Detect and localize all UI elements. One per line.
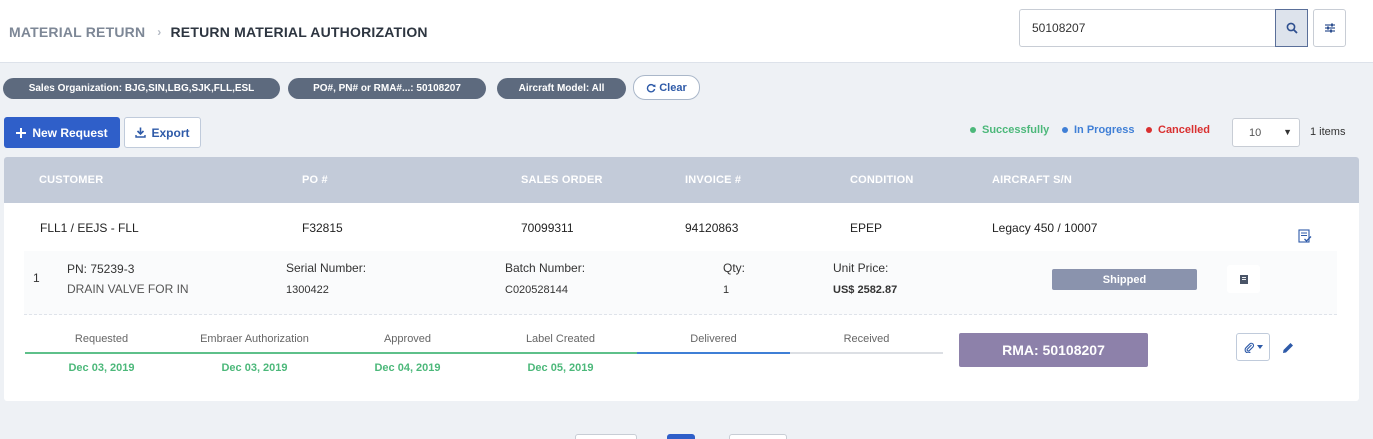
search-button[interactable] [1275, 9, 1308, 47]
sliders-icon [1324, 23, 1335, 33]
header-aircraft-sn[interactable]: AIRCRAFT S/N [992, 174, 1072, 186]
batch-number-value: C020528144 [505, 284, 569, 296]
download-icon [135, 127, 147, 138]
step-bar [331, 352, 484, 354]
unit-price-label: Unit Price: [833, 261, 889, 275]
pencil-icon [1283, 343, 1293, 353]
header-invoice[interactable]: INVOICE # [685, 174, 741, 186]
export-label: Export [151, 125, 190, 140]
legend-successfully: Successfully [970, 124, 1049, 136]
breadcrumb-current: RETURN MATERIAL AUTHORIZATION [170, 24, 428, 40]
header-po[interactable]: PO # [302, 174, 328, 186]
part-number: PN: 75239-3 [67, 262, 135, 276]
paperclip-icon [1244, 342, 1254, 353]
step-bar [178, 352, 331, 354]
checklist-document-icon[interactable] [1298, 229, 1312, 248]
line-item: 1 PN: 75239-3 DRAIN VALVE FOR IN Serial … [24, 251, 1337, 315]
step-name: Requested [74, 333, 129, 345]
legend-cancelled-label: Cancelled [1158, 124, 1210, 136]
step-name: Delivered [690, 333, 737, 345]
step-name: Label Created [525, 333, 596, 345]
line-item-index: 1 [33, 271, 40, 285]
step-name: Embraer Authorization [200, 333, 309, 345]
step-bar [484, 352, 637, 354]
filter-chip-aircraft-model[interactable]: Aircraft Model: All [497, 78, 626, 99]
breadcrumb: MATERIAL RETURN › RETURN MATERIAL AUTHOR… [9, 24, 428, 40]
legend-cancelled: Cancelled [1146, 124, 1210, 136]
attachments-dropdown-button[interactable] [1236, 333, 1270, 361]
legend-in-progress: In Progress [1062, 124, 1135, 136]
step-name: Approved [383, 333, 432, 345]
cell-customer: FLL1 / EEJS - FLL [40, 221, 139, 235]
items-count: 1 items [1310, 126, 1346, 138]
edit-button[interactable] [1278, 338, 1298, 358]
search-icon [1286, 22, 1298, 34]
status-dot-green-icon [970, 127, 976, 133]
legend-successfully-label: Successfully [982, 124, 1050, 136]
rma-badge: RMA: 50108207 [959, 333, 1148, 367]
top-bar: MATERIAL RETURN › RETURN MATERIAL AUTHOR… [0, 0, 1373, 63]
serial-number-value: 1300422 [286, 284, 329, 296]
cell-po: F32815 [302, 221, 343, 235]
cell-invoice: 94120863 [685, 221, 739, 235]
step-date: Dec 04, 2019 [374, 362, 441, 374]
step-delivered: Delivered [637, 333, 790, 383]
export-button[interactable]: Export [124, 117, 201, 148]
step-label-created: Label Created Dec 05, 2019 [484, 333, 637, 383]
caret-down-icon: ▼ [1283, 127, 1292, 137]
clear-filters-button[interactable]: Clear [633, 75, 700, 100]
pagination-next-button[interactable] [729, 434, 787, 439]
step-name: Received [843, 333, 890, 345]
step-requested: Requested Dec 03, 2019 [25, 333, 178, 383]
qty-value: 1 [723, 284, 730, 296]
filter-settings-button[interactable] [1313, 9, 1346, 47]
status-progress: Requested Dec 03, 2019 Embraer Authoriza… [25, 333, 944, 383]
qty-label: Qty: [723, 261, 746, 275]
cell-aircraft-sn: Legacy 450 / 10007 [992, 221, 1098, 235]
step-bar [637, 352, 790, 354]
refresh-icon [647, 83, 656, 93]
serial-number-label: Serial Number: [286, 261, 367, 275]
new-request-button[interactable]: New Request [4, 117, 120, 148]
plus-icon [16, 127, 27, 138]
filter-chip-sales-organization[interactable]: Sales Organization: BJG,SIN,LBG,SJK,FLL,… [3, 78, 280, 99]
cell-condition: EPEP [850, 221, 883, 235]
page-size-value: 10 [1249, 126, 1262, 139]
table-header: CUSTOMER PO # SALES ORDER INVOICE # COND… [4, 157, 1359, 203]
status-dot-blue-icon [1062, 127, 1068, 133]
clear-label: Clear [659, 81, 687, 94]
pagination-prev-button[interactable] [575, 434, 637, 439]
step-approved: Approved Dec 04, 2019 [331, 333, 484, 383]
step-date: Dec 03, 2019 [68, 362, 135, 374]
new-request-label: New Request [32, 125, 108, 140]
step-date: Dec 05, 2019 [527, 362, 594, 374]
book-icon[interactable] [1227, 265, 1260, 293]
caret-down-icon [1256, 345, 1263, 349]
step-received: Received [790, 333, 943, 383]
breadcrumb-parent[interactable]: MATERIAL RETURN [9, 24, 145, 40]
breadcrumb-separator-icon: › [157, 25, 162, 39]
batch-number-label: Batch Number: [505, 261, 586, 275]
step-embraer-authorization: Embraer Authorization Dec 03, 2019 [178, 333, 331, 383]
header-sales-order[interactable]: SALES ORDER [521, 174, 603, 186]
pagination-page-active[interactable] [667, 434, 695, 439]
part-description: DRAIN VALVE FOR IN [67, 282, 189, 296]
step-date: Dec 03, 2019 [221, 362, 288, 374]
status-badge: Shipped [1052, 269, 1197, 290]
search-input[interactable] [1019, 9, 1275, 47]
status-dot-red-icon [1146, 127, 1152, 133]
step-bar [790, 352, 943, 354]
legend-in-progress-label: In Progress [1074, 124, 1135, 136]
cell-sales-order: 70099311 [521, 221, 574, 235]
unit-price-value: US$ 2582.87 [833, 284, 898, 296]
results-card: CUSTOMER PO # SALES ORDER INVOICE # COND… [4, 157, 1359, 401]
step-bar [25, 352, 178, 354]
page-size-select[interactable]: 10 ▼ [1232, 118, 1300, 147]
header-condition[interactable]: CONDITION [850, 174, 914, 186]
header-customer[interactable]: CUSTOMER [39, 174, 103, 186]
filter-chip-po-pn-rma[interactable]: PO#, PN# or RMA#...: 50108207 [288, 78, 486, 99]
